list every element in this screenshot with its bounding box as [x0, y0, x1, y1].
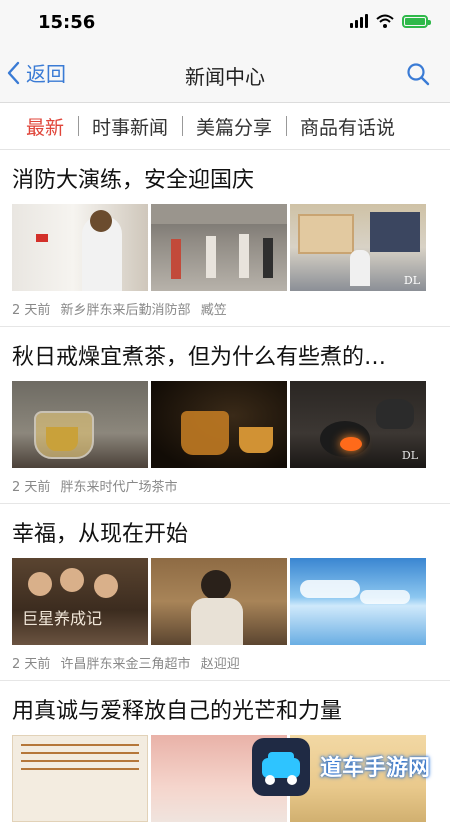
- news-author: 臧笠: [200, 303, 227, 318]
- news-meta: 2 天前 新乡胖东来后勤消防部 臧笠: [12, 299, 438, 318]
- news-title: 用真诚与爱释放自己的光芒和力量: [12, 699, 343, 724]
- news-source: 新乡胖东来后勤消防部: [60, 303, 191, 318]
- wifi-icon: [376, 14, 394, 28]
- news-thumbnail: DL: [290, 381, 426, 468]
- news-thumbnail: [151, 558, 287, 645]
- news-thumbnail: [12, 735, 148, 822]
- watermark-text: 道车手游网: [320, 756, 431, 781]
- news-meta: 2 天前 胖东来时代广场茶市: [12, 476, 438, 495]
- nav-bar: 返回 新闻中心: [0, 46, 450, 103]
- news-source: 胖东来时代广场茶市: [60, 480, 178, 495]
- page-title: 新闻中心: [185, 65, 265, 89]
- news-thumbnail: [12, 204, 148, 291]
- search-button[interactable]: [406, 62, 430, 90]
- status-time: 15:56: [38, 12, 96, 33]
- news-thumbnail: [290, 558, 426, 645]
- news-time: 2 天前: [12, 303, 51, 318]
- tab-current-news[interactable]: 时事新闻: [78, 113, 182, 140]
- news-meta: 2 天前 许昌胖东来金三角超市 赵迎迎: [12, 653, 438, 672]
- news-source: 许昌胖东来金三角超市: [60, 657, 191, 672]
- car-logo-icon: [262, 752, 300, 785]
- news-thumbnail: [151, 381, 287, 468]
- news-item[interactable]: 幸福，从现在开始 巨星养成记 2 天前 许昌胖东来金三角超市 赵迎迎: [0, 504, 450, 681]
- news-author: 赵迎迎: [200, 657, 240, 672]
- status-bar: 15:56: [0, 0, 450, 46]
- news-title: 消防大演练，安全迎国庆: [12, 168, 255, 193]
- tab-article-share[interactable]: 美篇分享: [182, 113, 286, 140]
- app-logo: [252, 738, 310, 796]
- news-thumbnail: [12, 381, 148, 468]
- news-time: 2 天前: [12, 657, 51, 672]
- status-icons: [350, 14, 431, 28]
- news-item[interactable]: 消防大演练，安全迎国庆 DL 2 天前 新乡胖东来后勤消防部 臧笠: [0, 150, 450, 327]
- news-title: 幸福，从现在开始: [12, 522, 189, 547]
- news-time: 2 天前: [12, 480, 51, 495]
- news-feed: 消防大演练，安全迎国庆 DL 2 天前 新乡胖东来后勤消防部 臧笠 秋日戒燥宜煮…: [0, 150, 450, 830]
- news-thumbnail: [151, 204, 287, 291]
- battery-icon: [402, 14, 431, 28]
- tab-latest[interactable]: 最新: [0, 113, 78, 140]
- search-icon: [407, 63, 430, 86]
- news-thumbnail: 巨星养成记: [12, 558, 148, 645]
- category-tabs: 最新 时事新闻 美篇分享 商品有话说: [0, 103, 450, 150]
- news-item[interactable]: 秋日戒燥宜煮茶，但为什么有些煮的… DL 2 天前 胖东来时代广场茶市: [0, 327, 450, 504]
- news-thumbnail: DL: [290, 204, 426, 291]
- tab-product-talk[interactable]: 商品有话说: [286, 113, 409, 140]
- news-title: 秋日戒燥宜煮茶，但为什么有些煮的…: [12, 345, 387, 370]
- signal-icon: [350, 14, 368, 28]
